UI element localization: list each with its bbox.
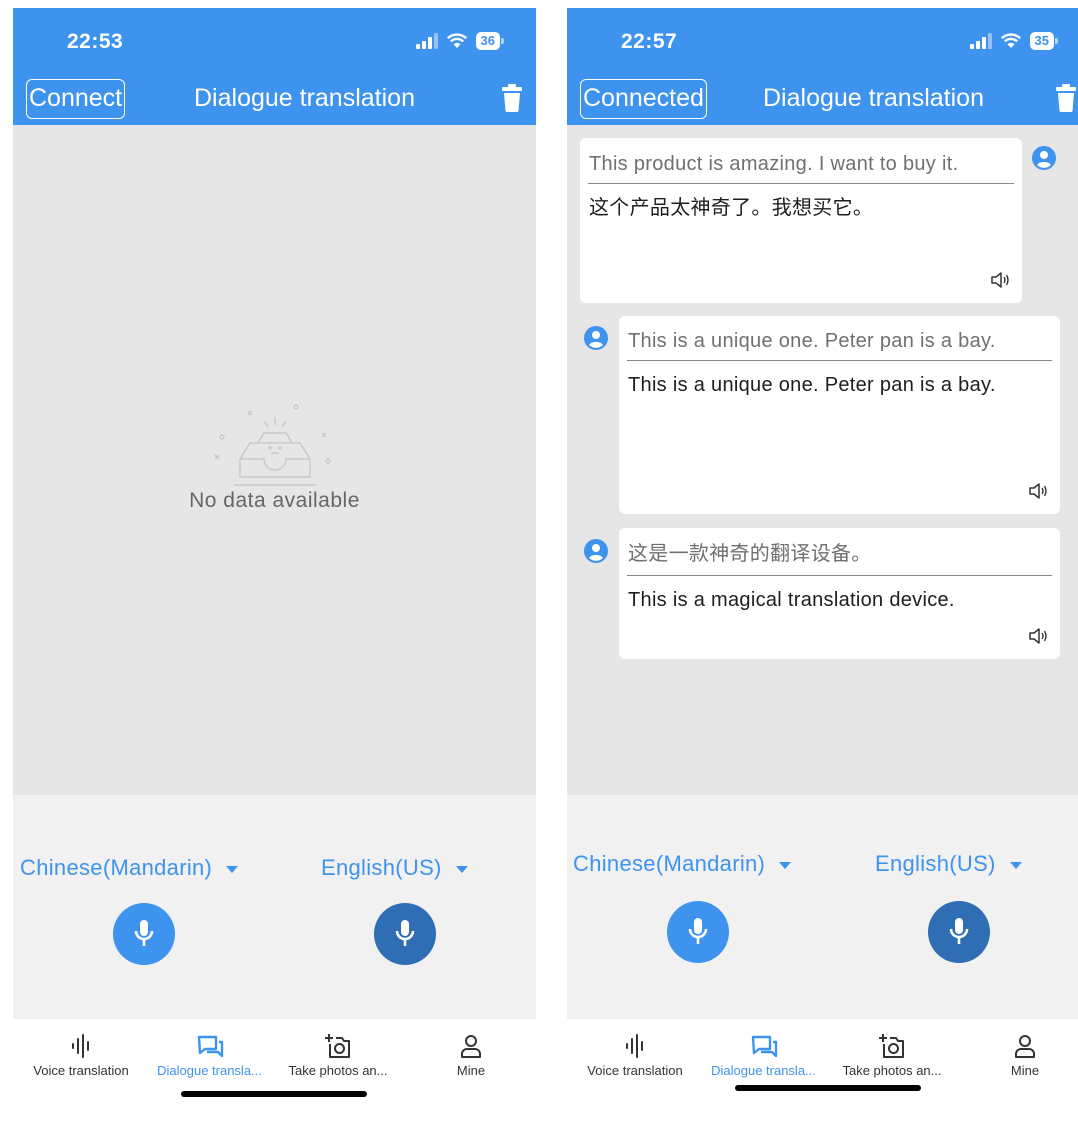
source-mic-button[interactable] — [667, 901, 729, 963]
message-source-text: This product is amazing. I want to buy i… — [589, 153, 959, 175]
tab-dialogue-translation[interactable]: Dialogue transla... — [698, 1033, 829, 1089]
tab-take-photos[interactable]: Take photos an... — [829, 1033, 955, 1089]
page-title: Dialogue translation — [763, 84, 984, 112]
waveform-icon — [72, 1034, 89, 1058]
status-time: 22:57 — [621, 30, 678, 53]
conversation-area: This product is amazing. I want to buy i… — [567, 125, 1078, 795]
avatar-icon — [1032, 146, 1056, 170]
tab-label: Take photos an... — [288, 1063, 388, 1078]
tab-label: Take photos an... — [842, 1063, 942, 1078]
tab-label: Dialogue transla... — [711, 1063, 816, 1078]
language-bar: Chinese(Mandarin) English(US) — [13, 795, 536, 1019]
speaker-icon[interactable] — [990, 271, 1010, 289]
source-language-select[interactable]: Chinese(Mandarin) — [20, 855, 239, 881]
message-translation-text: This is a magical translation device. — [628, 589, 955, 611]
camera-icon — [879, 1034, 904, 1058]
source-language-label: Chinese(Mandarin) — [20, 855, 213, 880]
caret-down-icon — [226, 865, 239, 873]
microphone-icon — [395, 920, 415, 946]
signal-icon — [415, 33, 438, 49]
speaker-icon[interactable] — [1028, 482, 1048, 500]
tab-voice-translation[interactable]: Voice translation — [18, 1033, 144, 1089]
avatar-icon — [584, 539, 608, 563]
tab-label: Mine — [456, 1063, 486, 1078]
caret-down-icon — [455, 865, 468, 873]
message-source-text: 这是一款神奇的翻译设备。 — [628, 543, 872, 565]
message-card: 这是一款神奇的翻译设备。 This is a magical translati… — [619, 528, 1060, 659]
status-time: 22:53 — [67, 30, 124, 53]
speaker-icon[interactable] — [1028, 627, 1048, 645]
person-icon — [461, 1035, 481, 1058]
empty-state: No data available — [13, 399, 536, 513]
signal-icon — [969, 33, 992, 49]
home-indicator[interactable] — [181, 1091, 367, 1097]
battery-icon: 35 — [1029, 32, 1058, 50]
bottom-tab-bar: Voice translation Dialogue transla... Ta… — [567, 1019, 1078, 1089]
target-language-label: English(US) — [875, 851, 996, 876]
status-icons: 35 — [969, 32, 1058, 50]
microphone-icon — [134, 920, 154, 946]
source-language-label: Chinese(Mandarin) — [573, 851, 766, 876]
source-language-select[interactable]: Chinese(Mandarin) — [573, 851, 792, 877]
phone-screen-conversation: 22:57 35 Connected Dialogue translation … — [567, 8, 1078, 1127]
trash-icon[interactable] — [502, 84, 522, 112]
phone-screen-empty: 22:53 36 Connect Dialogue translation No… — [13, 8, 536, 1127]
page-title: Dialogue translation — [194, 84, 415, 112]
microphone-icon — [949, 918, 969, 944]
target-mic-button[interactable] — [928, 901, 990, 963]
chat-icon — [197, 1035, 223, 1058]
person-icon — [1015, 1035, 1035, 1058]
home-indicator[interactable] — [735, 1085, 921, 1091]
message-translation-text: This is a unique one. Peter pan is a bay… — [628, 374, 996, 396]
tab-label: Voice translation — [587, 1063, 683, 1078]
wifi-icon — [446, 33, 467, 48]
conversation-area: No data available — [13, 125, 536, 795]
target-language-select[interactable]: English(US) — [321, 855, 468, 881]
status-icons: 36 — [415, 32, 504, 50]
caret-down-icon — [779, 861, 792, 869]
target-mic-button[interactable] — [374, 903, 436, 965]
message-translation-text: 这个产品太神奇了。我想买它。 — [589, 197, 874, 219]
tab-mine[interactable]: Mine — [433, 1033, 509, 1089]
tab-dialogue-translation[interactable]: Dialogue transla... — [144, 1033, 275, 1089]
camera-icon — [325, 1034, 350, 1058]
empty-state-text: No data available — [189, 489, 360, 512]
tab-take-photos[interactable]: Take photos an... — [275, 1033, 401, 1089]
chat-icon — [751, 1035, 777, 1058]
tab-voice-translation[interactable]: Voice translation — [572, 1033, 698, 1089]
battery-level: 36 — [475, 32, 500, 50]
message-card: This product is amazing. I want to buy i… — [580, 138, 1022, 303]
battery-level: 35 — [1029, 32, 1054, 50]
tab-label: Dialogue transla... — [157, 1063, 262, 1078]
message-source-text: This is a unique one. Peter pan is a bay… — [628, 330, 996, 352]
bottom-tab-bar: Voice translation Dialogue transla... Ta… — [13, 1019, 536, 1089]
avatar-icon — [584, 326, 608, 350]
battery-icon: 36 — [475, 32, 504, 50]
header-bar: 22:53 36 Connect Dialogue translation — [13, 8, 536, 125]
microphone-icon — [688, 918, 708, 944]
language-bar: Chinese(Mandarin) English(US) — [567, 795, 1078, 1019]
tab-label: Mine — [1010, 1063, 1040, 1078]
empty-box-icon — [214, 404, 331, 486]
source-mic-button[interactable] — [113, 903, 175, 965]
trash-icon[interactable] — [1056, 84, 1076, 112]
wifi-icon — [1000, 33, 1021, 48]
caret-down-icon — [1009, 861, 1022, 869]
header-bar: 22:57 35 Connected Dialogue translation — [567, 8, 1078, 125]
target-language-select[interactable]: English(US) — [875, 851, 1022, 877]
message-card: This is a unique one. Peter pan is a bay… — [619, 316, 1060, 514]
tab-mine[interactable]: Mine — [987, 1033, 1063, 1089]
target-language-label: English(US) — [321, 855, 442, 880]
tab-label: Voice translation — [33, 1063, 129, 1078]
waveform-icon — [626, 1034, 643, 1058]
